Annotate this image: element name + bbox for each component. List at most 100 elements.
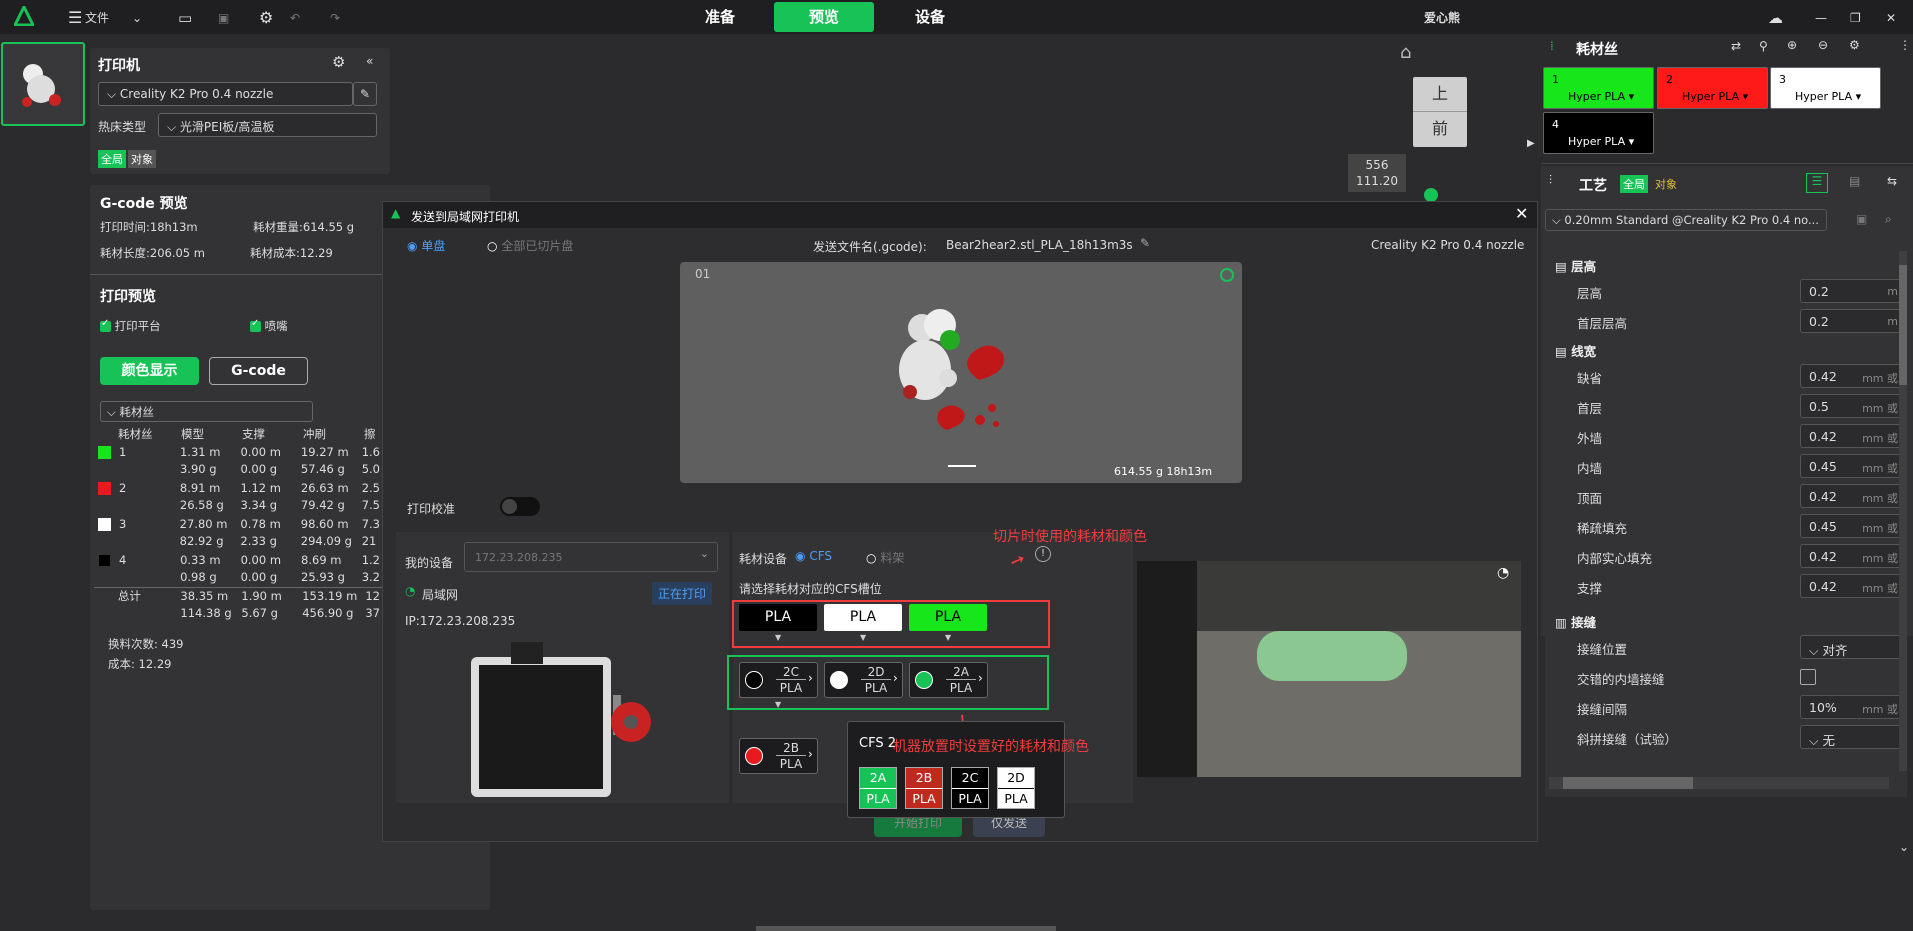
cfs-popup-slot[interactable]: 2B PLA bbox=[905, 767, 943, 809]
menu-icon[interactable]: ☰ bbox=[68, 7, 82, 29]
doc-icon[interactable]: ▤ bbox=[1849, 174, 1860, 188]
bottom-scrollbar[interactable] bbox=[756, 926, 1056, 931]
scope-global[interactable]: 全局 bbox=[1620, 175, 1648, 193]
bed-type-select[interactable]: ⌵ 光滑PEI板/高温板 bbox=[158, 113, 377, 137]
cfs-slot-select[interactable]: 2A PLA › bbox=[909, 662, 988, 698]
chevron-down-icon: ⌵ bbox=[1809, 733, 1823, 748]
tab-device[interactable]: 设备 bbox=[880, 2, 980, 32]
cube-top[interactable]: 上 bbox=[1413, 77, 1467, 111]
info-icon[interactable]: ! bbox=[1035, 546, 1051, 562]
param-input[interactable]: 0.45 mm 或 bbox=[1800, 514, 1905, 538]
device-select[interactable]: 172.23.208.235 ⌄ bbox=[464, 542, 718, 572]
save-icon[interactable]: ▣ bbox=[1856, 212, 1867, 226]
search-icon[interactable]: ⌕ bbox=[1885, 212, 1892, 227]
edit-icon[interactable]: ✎ bbox=[1140, 236, 1150, 250]
radio-all[interactable]: ○ 全部已切片盘 bbox=[487, 237, 573, 254]
scarf-seam-select[interactable]: ⌵ 无 bbox=[1800, 725, 1905, 749]
plate-thumbnail[interactable] bbox=[1, 42, 85, 126]
cube-front[interactable]: 前 bbox=[1413, 111, 1467, 146]
printer-panel: 打印机 ⚙ « ⌵ Creality K2 Pro 0.4 nozzle ✎ 热… bbox=[90, 48, 390, 174]
close-icon[interactable]: ✕ bbox=[1886, 7, 1896, 29]
checkbox-plate[interactable]: 打印平台 bbox=[100, 318, 161, 334]
printer-select[interactable]: ⌵ Creality K2 Pro 0.4 nozzle bbox=[98, 82, 353, 106]
param-input[interactable]: 0.42 mm 或 bbox=[1800, 364, 1905, 388]
preset-select[interactable]: ⌵ 0.20mm Standard @Creality K2 Pro 0.4 n… bbox=[1545, 209, 1827, 231]
horizontal-scrollbar[interactable] bbox=[1549, 777, 1889, 789]
expand-right-icon[interactable]: ▶ bbox=[1527, 138, 1535, 149]
edit-icon[interactable]: ✎ bbox=[353, 82, 377, 106]
gcode-button[interactable]: G-code bbox=[209, 357, 308, 385]
minimize-icon[interactable]: — bbox=[1815, 7, 1827, 29]
row-scarf-seam: 斜拼接缝（试验） ⌵ 无 bbox=[1545, 722, 1905, 752]
radio-rack[interactable]: ○ 料架 bbox=[866, 549, 904, 566]
gear-icon[interactable]: ⚙ bbox=[259, 7, 273, 29]
seam-position-select[interactable]: ⌵ 对齐 bbox=[1800, 635, 1905, 659]
cfs-popup-slot[interactable]: 2A PLA bbox=[859, 767, 897, 809]
cloud-upload-icon[interactable]: ☁ bbox=[1768, 7, 1783, 29]
gear-icon[interactable]: ⚙ bbox=[332, 53, 345, 71]
filament-card[interactable]: 4 Hyper PLA ▾ bbox=[1543, 112, 1654, 154]
collapse-icon[interactable]: « bbox=[366, 54, 373, 68]
first-layer-height-input[interactable]: 0.2 m bbox=[1800, 309, 1905, 333]
param-input[interactable]: 0.5 mm 或 bbox=[1800, 394, 1905, 418]
scope-global[interactable]: 全局 bbox=[98, 150, 126, 168]
tab-prepare[interactable]: 准备 bbox=[670, 2, 770, 32]
open-folder-icon[interactable]: ▭ bbox=[178, 7, 192, 29]
layer-slider-handle[interactable] bbox=[1424, 188, 1438, 202]
checkbox-nozzle[interactable]: 喷嘴 bbox=[250, 318, 288, 334]
tab-preview[interactable]: 预览 bbox=[774, 2, 874, 32]
color-display-button[interactable]: 颜色显示 bbox=[100, 357, 199, 385]
save-icon[interactable]: ▣ bbox=[218, 7, 229, 29]
remove-icon[interactable]: ⊖ bbox=[1818, 38, 1828, 52]
param-input[interactable]: 0.42 mm 或 bbox=[1800, 424, 1905, 448]
file-menu[interactable]: 文件 bbox=[85, 7, 109, 29]
gear-icon[interactable]: ⚙ bbox=[1849, 38, 1860, 52]
filament-id: 1 bbox=[119, 444, 127, 459]
scope-object[interactable]: 对象 bbox=[1655, 176, 1677, 192]
row-value: 0.42 bbox=[1809, 369, 1837, 384]
calibration-toggle[interactable] bbox=[500, 497, 540, 516]
sync-icon[interactable]: ⇄ bbox=[1731, 39, 1741, 53]
view-type-select[interactable]: ⌵ 耗材丝 bbox=[100, 401, 313, 422]
radio-cfs[interactable]: ◉ CFS bbox=[795, 549, 832, 563]
undo-icon[interactable]: ↶ bbox=[290, 7, 300, 29]
redo-icon[interactable]: ↷ bbox=[330, 7, 340, 29]
filament-card[interactable]: 2 Hyper PLA ▾ bbox=[1657, 67, 1768, 109]
staggered-seam-checkbox[interactable] bbox=[1800, 669, 1816, 685]
list-view-icon[interactable]: ☰ bbox=[1806, 173, 1828, 193]
filament-card[interactable]: 1 Hyper PLA ▾ bbox=[1543, 67, 1654, 109]
cfs-slot-select[interactable]: 2B PLA › bbox=[739, 738, 818, 774]
cfs-popup-slot[interactable]: 2D PLA bbox=[997, 767, 1035, 809]
param-input[interactable]: 0.42 mm 或 bbox=[1800, 484, 1905, 508]
home-icon[interactable]: ⌂ bbox=[1400, 42, 1411, 63]
brush-icon[interactable]: ⚲ bbox=[1759, 39, 1768, 53]
cfs-slot-select[interactable]: 2D PLA › bbox=[824, 662, 903, 698]
username[interactable]: 爱心熊 bbox=[1424, 7, 1460, 29]
cfs-popup-slot[interactable]: 2C PLA bbox=[951, 767, 989, 809]
add-icon[interactable]: ⊕ bbox=[1787, 38, 1797, 52]
more-icon[interactable]: ⋮ bbox=[1899, 38, 1911, 52]
param-input[interactable]: 0.45 mm 或 bbox=[1800, 454, 1905, 478]
scrollbar-thumb[interactable] bbox=[1899, 265, 1907, 385]
scope-object[interactable]: 对象 bbox=[128, 150, 156, 168]
chevron-down-icon[interactable]: ⌄ bbox=[132, 7, 142, 29]
scrollbar-thumb[interactable] bbox=[1563, 777, 1693, 789]
close-icon[interactable]: ✕ bbox=[1515, 204, 1528, 223]
maximize-icon[interactable]: ❐ bbox=[1850, 7, 1861, 29]
seam-gap-input[interactable]: 10% mm 或 bbox=[1800, 695, 1905, 719]
param-row: 内墙 0.45 mm 或 bbox=[1545, 451, 1905, 481]
filament-row: 3 27.80 m 0.78 m 98.60 m 7.3 82.92 g 2.33 g 294… bbox=[94, 515, 384, 549]
filename-value[interactable]: Bear2hear2.stl_PLA_18h13m3s bbox=[946, 238, 1133, 252]
cfs-slot-select[interactable]: 2C PLA › bbox=[739, 662, 818, 698]
filament-card[interactable]: 3 Hyper PLA ▾ bbox=[1770, 67, 1881, 109]
radio-single[interactable]: ◉ 单盘 bbox=[407, 237, 445, 254]
vertical-scrollbar[interactable] bbox=[1899, 251, 1907, 771]
param-input[interactable]: 0.42 mm 或 bbox=[1800, 544, 1905, 568]
compare-icon[interactable]: ⇆ bbox=[1887, 174, 1897, 188]
swatch-cell bbox=[94, 515, 115, 532]
chevron-down-icon[interactable]: ⌄ bbox=[1899, 840, 1909, 854]
filament-cell: 0.78 m bbox=[240, 516, 281, 531]
layer-height-input[interactable]: 0.2 m bbox=[1800, 279, 1905, 303]
param-input[interactable]: 0.42 mm 或 bbox=[1800, 574, 1905, 598]
view-cube[interactable]: 上 前 bbox=[1413, 77, 1467, 147]
